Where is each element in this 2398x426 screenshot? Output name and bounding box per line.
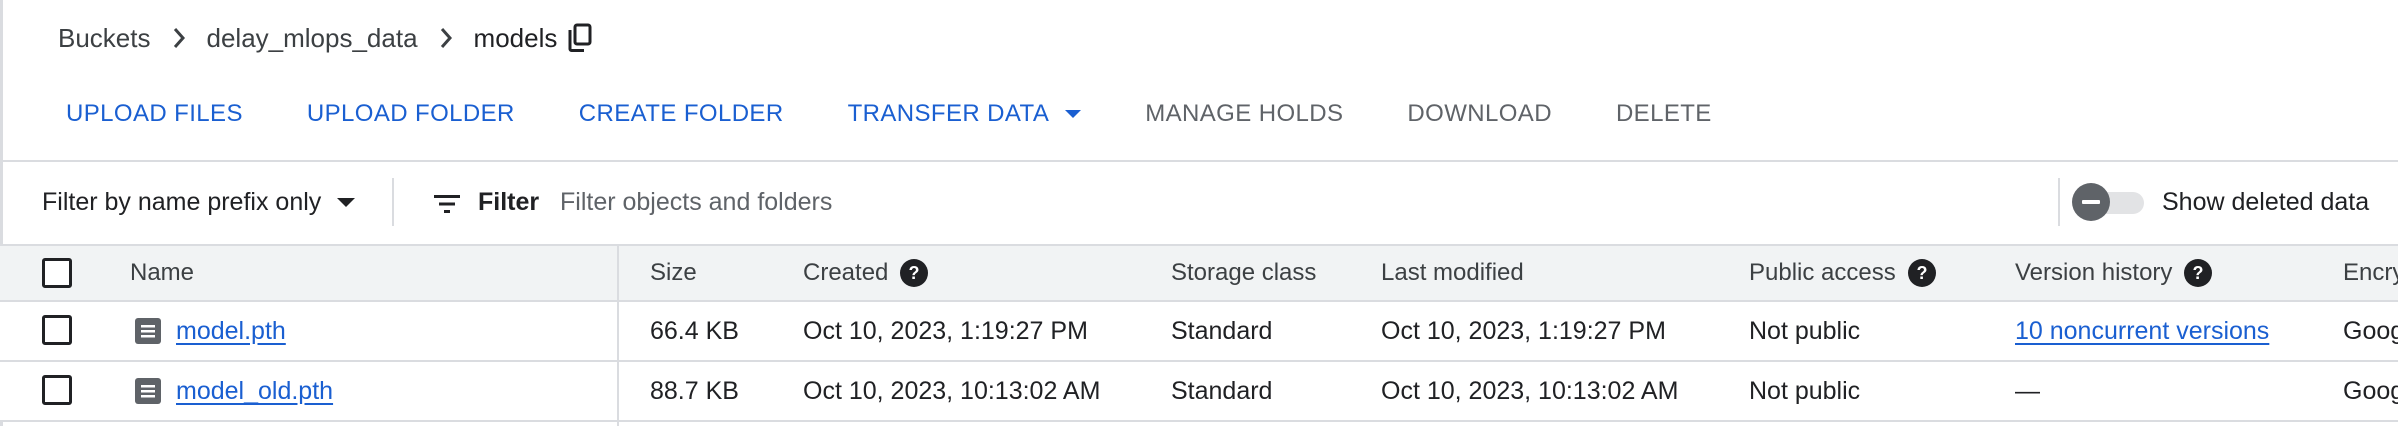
- svg-text:?: ?: [1916, 263, 1927, 283]
- breadcrumb-bucket-link[interactable]: delay_mlops_data: [207, 23, 418, 54]
- version-history-link[interactable]: 10 noncurrent versions: [2015, 317, 2269, 346]
- file-icon: [134, 317, 162, 345]
- arrow-drop-down-icon: [337, 197, 356, 207]
- create-folder-button[interactable]: CREATE FOLDER: [579, 100, 784, 128]
- chevron-right-icon: [167, 26, 191, 50]
- transfer-data-menu-button[interactable]: TRANSFER DATA: [848, 100, 1082, 128]
- filter-divider: [392, 178, 394, 226]
- help-icon[interactable]: ?: [1907, 259, 1936, 287]
- object-name-link[interactable]: model.pth: [176, 317, 286, 346]
- size-cell: 88.7 KB: [650, 376, 739, 405]
- encryption-cell: Goog: [2343, 316, 2398, 345]
- public-access-cell: Not public: [1749, 316, 1861, 345]
- breadcrumb-current-folder: models: [473, 22, 558, 53]
- version-history-cell: 10 noncurrent versions: [2015, 302, 2269, 360]
- column-header-last-modified[interactable]: Last modified: [1381, 246, 1524, 300]
- action-toolbar: UPLOAD FILES UPLOAD FOLDER CREATE FOLDER…: [66, 94, 1712, 134]
- filter-bar: Filter by name prefix only Filter Show d…: [0, 162, 2398, 244]
- last-modified-cell: Oct 10, 2023, 1:19:27 PM: [1381, 316, 1666, 345]
- filter-mode-label: Filter by name prefix only: [42, 187, 322, 216]
- arrow-drop-down-icon: [1065, 110, 1082, 118]
- show-deleted-toggle[interactable]: [2072, 180, 2146, 224]
- name-cell: model_old.pth: [134, 362, 333, 420]
- help-icon[interactable]: ?: [2184, 259, 2213, 287]
- upload-folder-button[interactable]: UPLOAD FOLDER: [307, 100, 515, 128]
- created-cell: Oct 10, 2023, 10:13:02 AM: [803, 376, 1101, 405]
- filter-list-icon: [434, 192, 460, 213]
- filter-mode-select[interactable]: Filter by name prefix only: [42, 182, 356, 222]
- column-header-name[interactable]: Name: [130, 246, 194, 300]
- created-cell: Oct 10, 2023, 1:19:27 PM: [803, 316, 1088, 345]
- column-header-encryption[interactable]: Encry: [2343, 246, 2398, 300]
- table-row: model_old.pth 88.7 KB Oct 10, 2023, 10:1…: [0, 362, 2398, 422]
- encryption-cell: Goog: [2343, 376, 2398, 405]
- table-header-row: Name Size Created ? Storage class Last m…: [0, 244, 2398, 302]
- breadcrumb-buckets-link[interactable]: Buckets: [58, 23, 151, 54]
- column-header-version-history[interactable]: Version history ?: [2015, 246, 2213, 300]
- select-all-checkbox[interactable]: [42, 258, 72, 288]
- name-cell: model.pth: [134, 302, 286, 360]
- storage-class-cell: Standard: [1171, 316, 1273, 345]
- public-access-header-label: Public access: [1749, 259, 1896, 286]
- manage-holds-button[interactable]: MANAGE HOLDS: [1145, 100, 1343, 128]
- filter-objects-input[interactable]: [560, 182, 1460, 222]
- public-access-cell: Not public: [1749, 376, 1861, 405]
- upload-files-button[interactable]: UPLOAD FILES: [66, 100, 243, 128]
- copy-icon[interactable]: [567, 23, 595, 53]
- filter-label: Filter: [478, 187, 540, 216]
- version-history-header-label: Version history: [2015, 259, 2173, 286]
- column-header-created[interactable]: Created ?: [803, 246, 929, 300]
- download-button[interactable]: DOWNLOAD: [1407, 100, 1552, 128]
- row-checkbox[interactable]: [42, 375, 72, 405]
- storage-class-cell: Standard: [1171, 376, 1273, 405]
- row-checkbox[interactable]: [42, 315, 72, 345]
- delete-button[interactable]: DELETE: [1616, 100, 1712, 128]
- filter-button[interactable]: Filter: [434, 182, 539, 222]
- size-cell: 66.4 KB: [650, 316, 739, 345]
- object-name-link[interactable]: model_old.pth: [176, 377, 333, 406]
- name-column-resizer[interactable]: [617, 244, 619, 426]
- svg-text:?: ?: [909, 263, 920, 283]
- file-icon: [134, 377, 162, 405]
- created-header-label: Created: [803, 259, 889, 286]
- column-header-storage-class[interactable]: Storage class: [1171, 246, 1316, 300]
- table-row: model.pth 66.4 KB Oct 10, 2023, 1:19:27 …: [0, 302, 2398, 362]
- transfer-data-label: TRANSFER DATA: [847, 100, 1050, 127]
- column-header-size[interactable]: Size: [650, 246, 697, 300]
- breadcrumb: Buckets delay_mlops_data models: [58, 20, 595, 56]
- last-modified-cell: Oct 10, 2023, 10:13:02 AM: [1381, 376, 1679, 405]
- chevron-right-icon: [434, 26, 458, 50]
- show-deleted-label: Show deleted data: [2162, 187, 2370, 216]
- version-history-cell: —: [2015, 376, 2040, 405]
- toggle-knob: [2072, 183, 2110, 221]
- filter-divider-right: [2058, 178, 2060, 226]
- help-icon[interactable]: ?: [900, 259, 929, 287]
- svg-text:?: ?: [2193, 263, 2204, 283]
- column-header-public-access[interactable]: Public access ?: [1749, 246, 1936, 300]
